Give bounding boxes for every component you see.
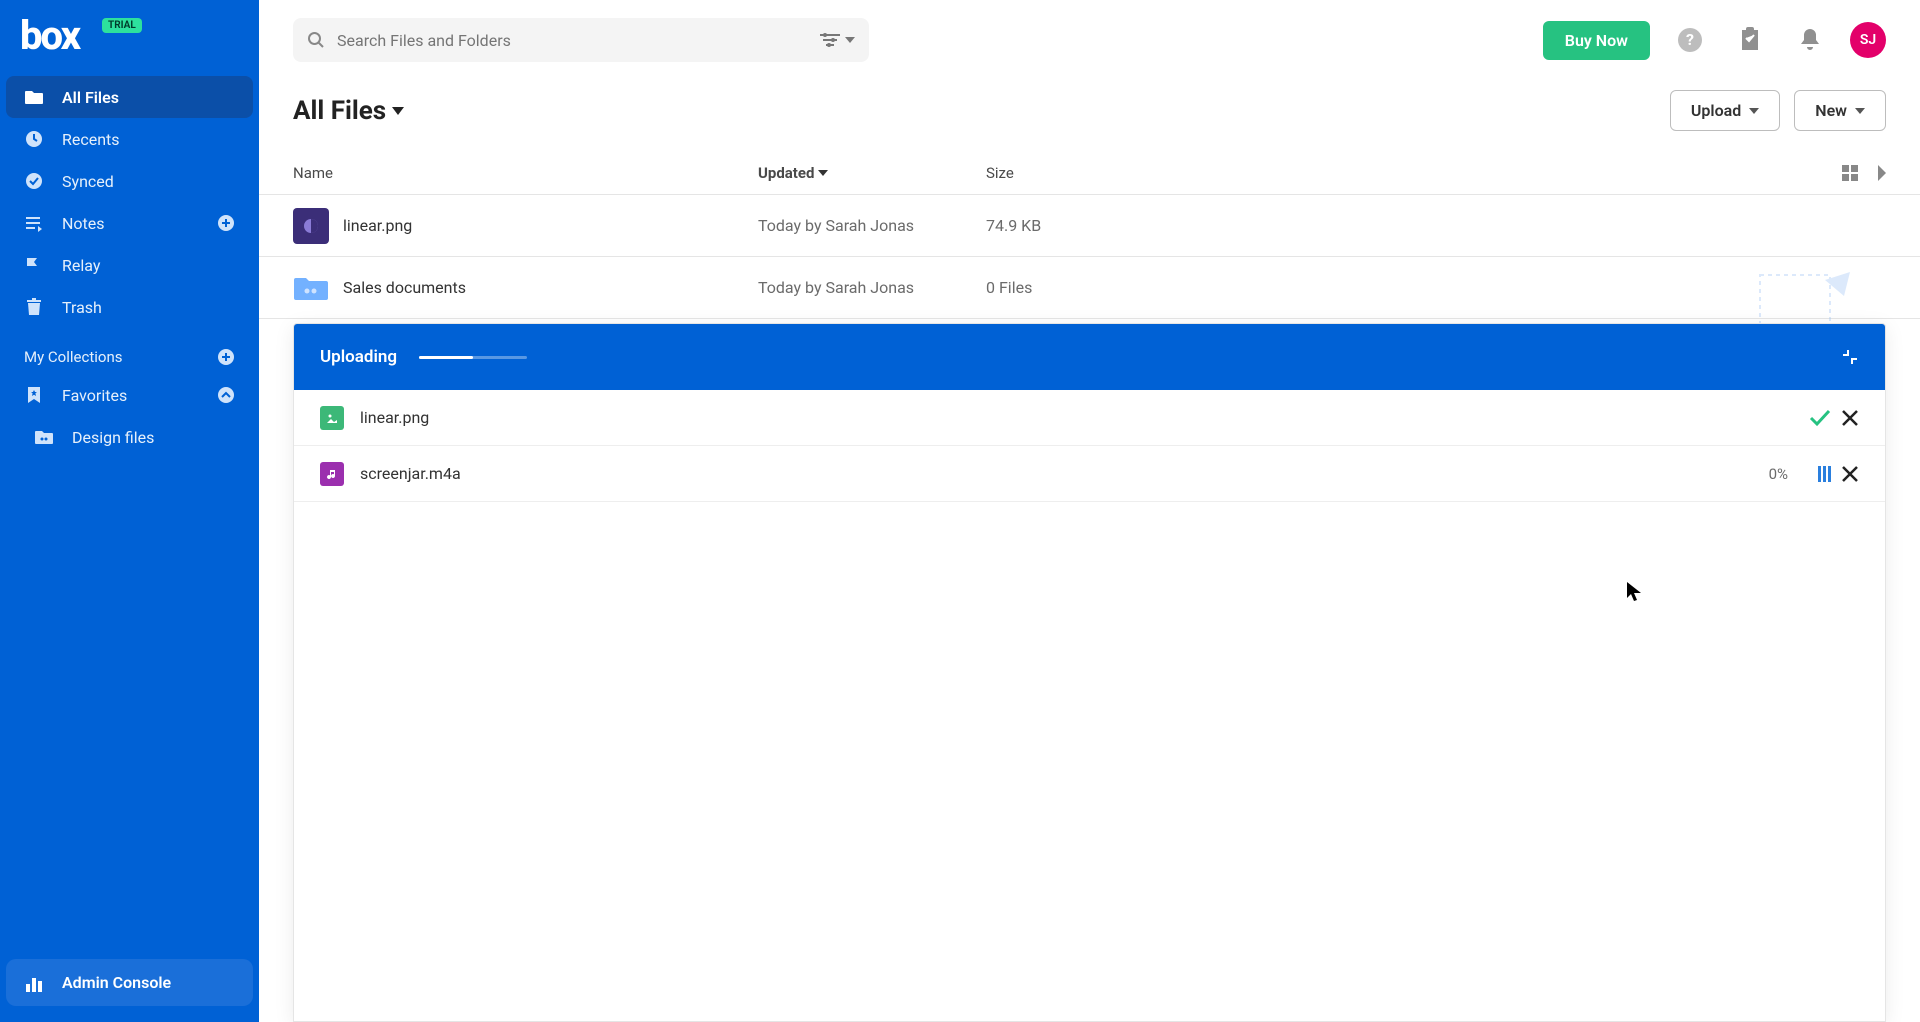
image-file-icon [293,208,329,244]
file-table-header: Name Updated Size [259,151,1920,195]
sidebar-item-label: Relay [62,256,100,275]
column-updated[interactable]: Updated [758,164,986,182]
my-collections-header[interactable]: My Collections [6,328,253,374]
image-file-icon [320,406,344,430]
pause-upload-icon[interactable] [1818,466,1831,482]
file-size: 0 Files [986,278,1136,297]
collapse-favorites-icon[interactable] [217,386,235,404]
search-icon [307,31,325,49]
upload-item-row: linear.png [294,390,1885,446]
file-updated: Today by Sarah Jonas [758,278,986,297]
upload-panel-title: Uploading [320,347,397,367]
upload-overall-progress [419,356,527,359]
minimize-panel-icon[interactable] [1841,348,1859,366]
main-content: Buy Now ? SJ All Files Upload N [259,0,1920,1022]
column-updated-label: Updated [758,164,814,182]
sidebar-item-favorites[interactable]: Favorites [6,374,253,416]
expand-sidebar-icon[interactable] [1876,165,1886,181]
upload-button[interactable]: Upload [1670,90,1780,131]
search-input[interactable] [337,31,807,50]
notifications-icon[interactable] [1790,20,1830,60]
admin-console-button[interactable]: Admin Console [6,959,253,1006]
search-filter-icon[interactable] [819,32,855,48]
sort-desc-icon [818,170,828,176]
column-size[interactable]: Size [986,164,1136,182]
upload-panel-header: Uploading [294,324,1885,390]
sidebar-item-recents[interactable]: Recents [6,118,253,160]
help-icon[interactable]: ? [1670,20,1710,60]
column-name[interactable]: Name [293,164,758,182]
sidebar-item-trash[interactable]: Trash [6,286,253,328]
buy-now-button[interactable]: Buy Now [1543,21,1650,60]
sidebar-item-label: All Files [62,88,119,107]
upload-item-name: screenjar.m4a [360,464,1769,483]
sidebar: box TRIAL All Files Recents Synced No [0,0,259,1022]
file-row[interactable]: linear.png Today by Sarah Jonas 74.9 KB [259,195,1920,257]
page-header: All Files Upload New [259,72,1920,151]
favorite-item-design-files[interactable]: Design files [6,416,253,458]
chevron-down-icon [392,107,404,115]
svg-text:?: ? [1686,30,1694,49]
trash-icon [24,297,44,317]
my-collections-label: My Collections [24,348,122,366]
add-collection-icon[interactable] [217,348,235,366]
tasks-icon[interactable] [1730,20,1770,60]
upload-panel: Uploading linear.png [293,323,1886,1022]
sidebar-item-label: Notes [62,214,105,233]
search-box[interactable] [293,18,869,62]
file-updated: Today by Sarah Jonas [758,216,986,235]
upload-item-row: screenjar.m4a 0% [294,446,1885,502]
audio-file-icon [320,462,344,486]
sidebar-item-label: Trash [62,298,102,317]
upload-item-percent: 0% [1769,465,1788,483]
admin-console-label: Admin Console [62,973,171,992]
file-size: 74.9 KB [986,216,1136,235]
bar-chart-icon [24,974,44,992]
favorite-item-label: Design files [72,428,154,447]
logo-area: box TRIAL [6,10,253,76]
sidebar-item-label: Favorites [62,386,127,405]
user-avatar[interactable]: SJ [1850,22,1886,58]
shared-folder-icon [34,427,54,447]
bookmark-star-icon [24,385,44,405]
folder-icon [24,87,44,107]
grid-view-icon[interactable] [1842,165,1858,181]
sidebar-item-notes[interactable]: Notes [6,202,253,244]
upload-item-name: linear.png [360,408,1799,427]
file-name[interactable]: linear.png [343,216,758,235]
chevron-down-icon [1749,108,1759,114]
new-button[interactable]: New [1794,90,1886,131]
clock-icon [24,129,44,149]
brand-logo[interactable]: box [20,16,79,56]
file-row[interactable]: Sales documents Today by Sarah Jonas 0 F… [259,257,1920,319]
trial-badge: TRIAL [102,18,142,33]
chevron-down-icon [1855,108,1865,114]
upload-button-label: Upload [1691,101,1741,120]
sidebar-item-all-files[interactable]: All Files [6,76,253,118]
relay-icon [24,255,44,275]
add-note-icon[interactable] [217,214,235,232]
cancel-upload-icon[interactable] [1841,465,1859,483]
remove-upload-icon[interactable] [1841,409,1859,427]
notes-icon [24,213,44,233]
sidebar-item-relay[interactable]: Relay [6,244,253,286]
file-name[interactable]: Sales documents [343,278,758,297]
shared-folder-icon [293,270,329,306]
page-title[interactable]: All Files [293,96,404,126]
sidebar-item-synced[interactable]: Synced [6,160,253,202]
check-circle-icon [24,171,44,191]
sidebar-item-label: Recents [62,130,120,149]
topbar: Buy Now ? SJ [259,0,1920,72]
page-title-text: All Files [293,96,386,126]
upload-success-icon [1809,409,1831,427]
upload-progress-fill [419,356,473,359]
sidebar-item-label: Synced [62,172,114,191]
new-button-label: New [1815,101,1847,120]
